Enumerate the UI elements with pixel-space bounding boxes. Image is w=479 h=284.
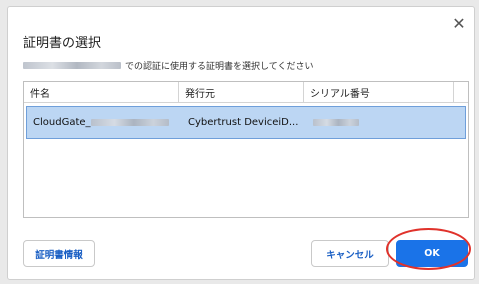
redacted-subject xyxy=(90,119,169,126)
redacted-serial xyxy=(313,119,359,126)
subject-text: CloudGate_ xyxy=(33,117,91,128)
column-issuer[interactable]: 発行元 xyxy=(179,82,304,102)
description-text: での認証に使用する証明書を選択してください xyxy=(125,62,314,72)
cell-subject: CloudGate_ xyxy=(27,117,182,128)
certificate-info-button[interactable]: 証明書情報 xyxy=(23,240,95,267)
dialog-description: での認証に使用する証明書を選択してください xyxy=(23,59,313,72)
certificate-select-dialog: ✕ 証明書の選択 での認証に使用する証明書を選択してください 件名 発行元 シリ… xyxy=(7,6,475,280)
dialog-title: 証明書の選択 xyxy=(23,36,102,51)
redacted-hostname xyxy=(23,62,121,69)
cell-serial xyxy=(307,119,457,126)
close-icon[interactable]: ✕ xyxy=(452,16,466,32)
cell-issuer: Cybertrust DeviceiD... xyxy=(188,117,299,128)
ok-button[interactable]: OK xyxy=(396,240,468,267)
table-row[interactable]: CloudGate_ Cybertrust DeviceiD... xyxy=(26,106,466,139)
column-serial[interactable]: シリアル番号 xyxy=(304,82,454,102)
certificate-table: 件名 発行元 シリアル番号 CloudGate_ Cybertrust Devi… xyxy=(23,81,469,218)
cancel-button[interactable]: キャンセル xyxy=(311,240,389,267)
column-subject[interactable]: 件名 xyxy=(24,82,179,102)
table-header: 件名 発行元 シリアル番号 xyxy=(24,82,468,103)
